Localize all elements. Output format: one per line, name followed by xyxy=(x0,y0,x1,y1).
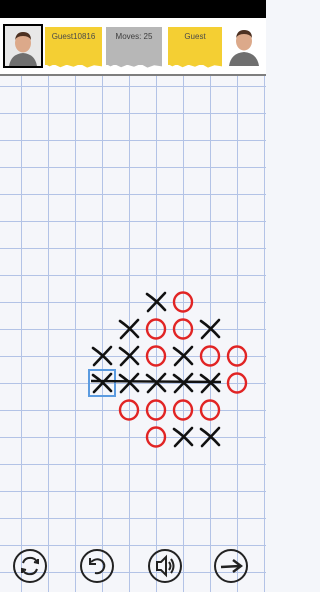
o-mark xyxy=(172,318,194,340)
undo-button[interactable] xyxy=(79,548,115,584)
o-mark xyxy=(199,345,221,367)
restart-button[interactable] xyxy=(12,548,48,584)
o-mark xyxy=(172,291,194,313)
x-mark xyxy=(145,372,167,394)
o-mark xyxy=(199,399,221,421)
x-mark xyxy=(91,345,113,367)
undo-icon xyxy=(80,549,114,583)
x-mark xyxy=(172,345,194,367)
o-mark xyxy=(226,345,248,367)
o-mark xyxy=(145,426,167,448)
o-mark xyxy=(145,345,167,367)
o-mark xyxy=(145,399,167,421)
x-mark xyxy=(199,426,221,448)
o-mark xyxy=(118,399,140,421)
x-mark xyxy=(199,318,221,340)
sound-icon xyxy=(148,549,182,583)
x-mark xyxy=(172,426,194,448)
o-mark xyxy=(145,318,167,340)
o-mark xyxy=(226,372,248,394)
board-marks xyxy=(88,291,248,448)
x-mark xyxy=(91,372,113,394)
x-mark xyxy=(118,372,140,394)
x-mark xyxy=(118,345,140,367)
restart-icon xyxy=(13,549,47,583)
x-mark xyxy=(145,291,167,313)
arrow-right-icon xyxy=(214,549,248,583)
win-strike-line xyxy=(90,379,222,384)
x-mark xyxy=(118,318,140,340)
o-mark xyxy=(172,399,194,421)
sound-button[interactable] xyxy=(147,548,183,584)
next-button[interactable] xyxy=(213,548,249,584)
x-mark xyxy=(172,372,194,394)
